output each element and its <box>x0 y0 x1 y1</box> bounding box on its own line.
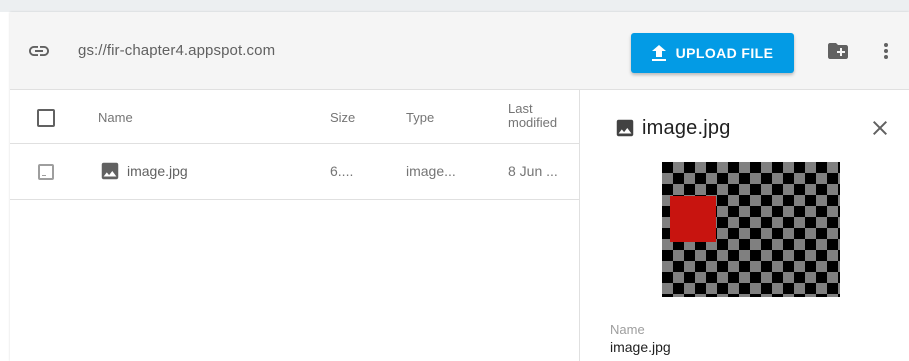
column-header-last-modified[interactable]: Last modified <box>508 102 568 130</box>
file-details-panel: image.jpg Name image.jpg <box>580 90 909 361</box>
column-header-type[interactable]: Type <box>406 110 434 125</box>
file-size: 6.... <box>330 163 354 179</box>
details-title: image.jpg <box>642 117 731 139</box>
storage-panel: gs://fir-chapter4.appspot.com UPLOAD FIL… <box>10 12 909 361</box>
meta-name-value: image.jpg <box>610 339 671 355</box>
close-icon[interactable] <box>868 116 892 140</box>
preview-red-square <box>670 196 716 242</box>
meta-name-label: Name <box>610 322 645 337</box>
table-header: Name Size Type Last modified <box>10 90 579 144</box>
table-row[interactable]: image.jpg 6.... image... 8 Jun ... <box>10 144 579 200</box>
storage-toolbar: gs://fir-chapter4.appspot.com UPLOAD FIL… <box>10 12 909 90</box>
image-preview <box>662 162 840 297</box>
file-type: image... <box>406 163 456 179</box>
file-name[interactable]: image.jpg <box>127 163 188 179</box>
image-icon <box>614 117 636 139</box>
file-table: Name Size Type Last modified image.jpg 6… <box>10 90 580 361</box>
more-vert-icon[interactable] <box>874 39 898 63</box>
column-header-size[interactable]: Size <box>330 110 355 125</box>
new-folder-icon[interactable] <box>826 39 850 63</box>
column-header-name[interactable]: Name <box>98 110 133 125</box>
upload-file-button[interactable]: UPLOAD FILE <box>631 33 794 73</box>
image-icon <box>99 160 121 182</box>
upload-icon <box>651 45 666 61</box>
row-checkbox[interactable] <box>38 164 54 180</box>
bucket-path: gs://fir-chapter4.appspot.com <box>78 42 276 59</box>
link-icon[interactable] <box>27 39 51 63</box>
file-last-modified: 8 Jun ... <box>508 163 558 179</box>
upload-file-label: UPLOAD FILE <box>675 45 774 61</box>
select-all-checkbox[interactable] <box>37 109 55 127</box>
top-strip <box>0 0 909 12</box>
